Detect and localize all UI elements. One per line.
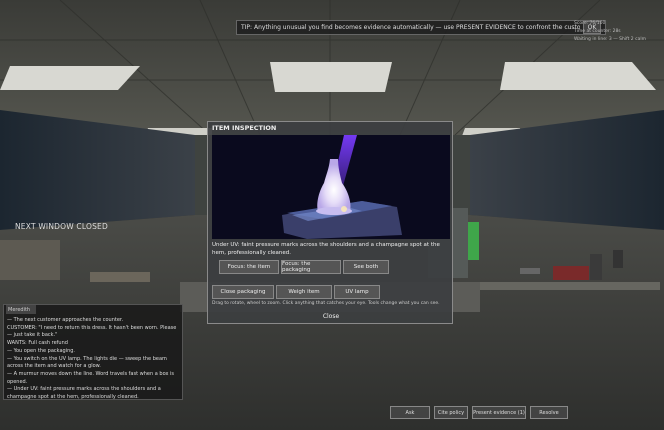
- hud-line-3: Waiting in line: 3 — Shift 2 calm: [574, 37, 646, 42]
- inspection-description: Under UV: faint pressure marks across th…: [212, 242, 440, 256]
- close-packaging-button[interactable]: Close packaging: [212, 285, 274, 299]
- item-inspection-panel: ITEM INSPECTION Under UV: faint pressure…: [207, 121, 453, 324]
- focus-item-button[interactable]: Focus: the item: [219, 260, 279, 274]
- weigh-item-button[interactable]: Weigh item: [276, 285, 332, 299]
- tip-banner: TIP: Anything unusual you find becomes e…: [236, 20, 606, 35]
- uv-lamp-button[interactable]: UV lamp: [334, 285, 380, 299]
- hud-stats: Score: 76/100 Time at counter: 28s Waiti…: [574, 20, 660, 44]
- log-line: CUSTOMER: "I need to return this dress. …: [7, 324, 177, 339]
- log-line: — You open the packaging.: [7, 347, 76, 354]
- cite-policy-button[interactable]: Cite policy: [434, 406, 468, 419]
- log-line: — Under UV: faint pressure marks across …: [7, 386, 161, 401]
- log-title: Meredith: [6, 305, 36, 314]
- hud-line-2: Time at counter: 28s: [574, 29, 621, 34]
- ask-button[interactable]: Ask: [390, 406, 430, 419]
- event-log: Meredith — The next customer approaches …: [3, 304, 183, 400]
- next-window-status: NEXT WINDOW CLOSED: [15, 222, 108, 231]
- inspection-close-button[interactable]: Close: [208, 313, 454, 320]
- see-both-button[interactable]: See both: [343, 260, 389, 274]
- present-evidence-button[interactable]: Present evidence (1): [472, 406, 526, 419]
- log-body: — The next customer approaches the count…: [7, 317, 181, 402]
- focus-packaging-button[interactable]: Focus: the packaging: [281, 260, 341, 274]
- log-line: — A murmur moves down the line. Word tra…: [7, 370, 175, 385]
- log-line: — The next customer approaches the count…: [7, 317, 124, 323]
- resolve-button[interactable]: Resolve: [530, 406, 568, 419]
- tip-text: TIP: Anything unusual you find becomes e…: [241, 24, 580, 31]
- log-line: WANTS: Full cash refund: [7, 340, 68, 347]
- inspection-title: ITEM INSPECTION: [212, 124, 277, 132]
- log-line: — You switch on the UV lamp. The lights …: [7, 355, 167, 370]
- item-3d-view[interactable]: [212, 135, 450, 239]
- hud-line-1: Score: 76/100: [574, 21, 606, 26]
- inspection-hint: Drag to rotate, wheel to zoom. Click any…: [212, 301, 440, 306]
